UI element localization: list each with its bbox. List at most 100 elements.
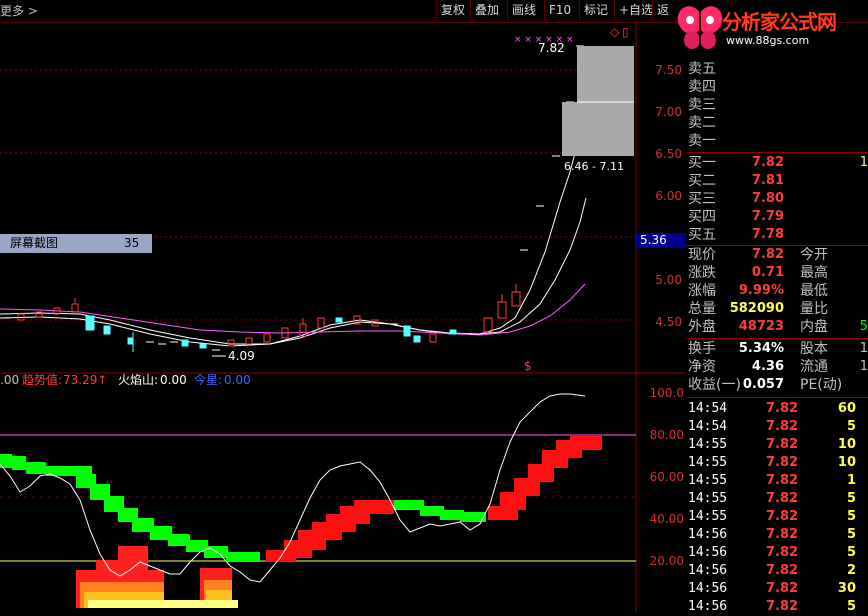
- tick-price: 7.82: [766, 545, 799, 560]
- buy5-label: 买五: [688, 227, 716, 243]
- tick-time: 14:56: [688, 563, 728, 578]
- tick-row: 14:55 7.82 1: [686, 472, 868, 490]
- tick-price: 7.82: [766, 455, 799, 470]
- stat-value: 582090: [729, 301, 784, 316]
- price-tick: 6.00: [655, 189, 682, 203]
- stat-value: 0.057: [742, 377, 784, 392]
- stat-label2: 股本: [800, 341, 828, 357]
- trend-green-blocks: [0, 454, 486, 562]
- indicator-tick: 60.00: [650, 470, 684, 484]
- tick-row: 14:56 7.82 30: [686, 580, 868, 598]
- sell2-label: 卖二: [688, 115, 716, 131]
- buy-row[interactable]: 买二 7.81: [686, 172, 868, 190]
- buy1-price: 7.82: [751, 155, 784, 170]
- buy1-vol: 1: [859, 155, 868, 170]
- tick-volume: 30: [837, 581, 856, 596]
- stock-chart[interactable]: 7.50 7.00 6.50 6.00 5.00 4.50 5.36 × × ×…: [0, 22, 686, 611]
- stat-label: 净资: [688, 359, 716, 375]
- sell4-label: 卖四: [688, 79, 716, 95]
- tick-price: 7.82: [766, 527, 799, 542]
- high-price-label: 7.82: [538, 41, 565, 55]
- trend-red-blocks: [266, 436, 602, 562]
- tick-time: 14:56: [688, 527, 728, 542]
- tick-row: 14:56 7.82 5: [686, 526, 868, 544]
- legend-fire-label: 火焰山:: [118, 372, 158, 387]
- sell3-label: 卖三: [688, 97, 716, 113]
- more-button[interactable]: 更多 >: [0, 2, 38, 19]
- tick-row: 14:56 7.82 5: [686, 544, 868, 562]
- buy-row[interactable]: 买五 7.78: [686, 226, 868, 244]
- tick-row: 14:54 7.82 60: [686, 400, 868, 418]
- tick-row: 14:56 7.82 5: [686, 598, 868, 616]
- price-tick: 7.00: [655, 105, 682, 119]
- signal-marker: $: [524, 359, 532, 373]
- buy-row[interactable]: 买一 7.82 1: [686, 154, 868, 172]
- tick-volume: 5: [846, 509, 856, 524]
- tick-time: 14:55: [688, 473, 728, 488]
- restore-rights-button[interactable]: 复权: [436, 0, 469, 21]
- buy4-price: 7.79: [751, 209, 784, 224]
- stat-value: 48723: [738, 319, 784, 334]
- overlay-button[interactable]: 叠加: [470, 0, 503, 21]
- tick-time: 14:54: [688, 401, 728, 416]
- screenshot-tip-label: 屏幕截图: [10, 236, 59, 250]
- tick-price: 7.82: [766, 437, 799, 452]
- buy3-price: 7.80: [751, 191, 784, 206]
- legend-today-value: 0.00: [224, 373, 251, 387]
- stat-label2: PE(动): [800, 377, 843, 393]
- tick-row: 14:55 7.82 5: [686, 490, 868, 508]
- stat-label2: 今开: [800, 247, 828, 263]
- tick-price: 7.82: [766, 419, 799, 434]
- mark-button[interactable]: 标记: [579, 0, 612, 21]
- stat-label2: 量比: [800, 301, 828, 317]
- buy4-label: 买四: [688, 209, 716, 225]
- tick-volume: 60: [837, 401, 856, 416]
- candlesticks: [2, 45, 584, 352]
- indicator-tick: 40.00: [650, 512, 684, 526]
- add-watchlist-button[interactable]: +自选: [614, 0, 657, 21]
- buy-row[interactable]: 买四 7.79: [686, 208, 868, 226]
- stat-value: 9.99%: [738, 283, 784, 298]
- tick-row: 14:56 7.82 2: [686, 562, 868, 580]
- stat-label: 收益(一): [688, 377, 741, 393]
- tick-time: 14:54: [688, 419, 728, 434]
- price-tick: 5.00: [655, 273, 682, 287]
- indicator-tick: 100.0: [650, 386, 684, 400]
- buy2-label: 买二: [688, 173, 716, 189]
- tick-volume: 10: [837, 455, 856, 470]
- buy-row[interactable]: 买三 7.80: [686, 190, 868, 208]
- f10-button[interactable]: F10: [544, 0, 575, 21]
- tick-price: 7.82: [766, 581, 799, 596]
- stat-label: 换手: [688, 341, 716, 357]
- stat-cut: 1: [859, 341, 868, 356]
- buy3-label: 买三: [688, 191, 716, 207]
- diamond-icon[interactable]: ◇: [610, 25, 620, 39]
- window-icon[interactable]: ▯: [622, 25, 629, 39]
- legend-trend-label: 趋势值:: [22, 372, 62, 387]
- range-box-upper: [577, 46, 634, 102]
- stat-label: 总量: [688, 301, 716, 317]
- stat-label: 外盘: [688, 319, 716, 335]
- logo-title: 分析家公式网: [722, 10, 837, 34]
- low-price-label: 4.09: [228, 349, 255, 363]
- stat-cut: 5: [859, 319, 868, 334]
- indicator-tick: 80.00: [650, 428, 684, 442]
- legend-fire-value: 0.00: [160, 373, 187, 387]
- stat-label: 涨幅: [688, 283, 716, 299]
- tick-price: 7.82: [766, 509, 799, 524]
- tick-price: 7.82: [766, 473, 799, 488]
- tick-time: 14:55: [688, 437, 728, 452]
- buy1-label: 买一: [688, 155, 716, 171]
- draw-line-button[interactable]: 画线: [507, 0, 540, 21]
- range-box-lower: [562, 102, 634, 156]
- tick-volume: 1: [846, 473, 856, 488]
- tick-price: 7.82: [766, 599, 799, 614]
- tick-row: 14:55 7.82 10: [686, 454, 868, 472]
- tick-time: 14:56: [688, 599, 728, 614]
- tick-volume: 5: [846, 545, 856, 560]
- back-button[interactable]: 返: [652, 0, 673, 21]
- tick-row: 14:55 7.82 5: [686, 508, 868, 526]
- screenshot-tooltip[interactable]: 屏幕截图 35: [0, 234, 152, 253]
- current-price-label: 5.36: [640, 233, 667, 247]
- stat-value: 5.34%: [738, 341, 784, 356]
